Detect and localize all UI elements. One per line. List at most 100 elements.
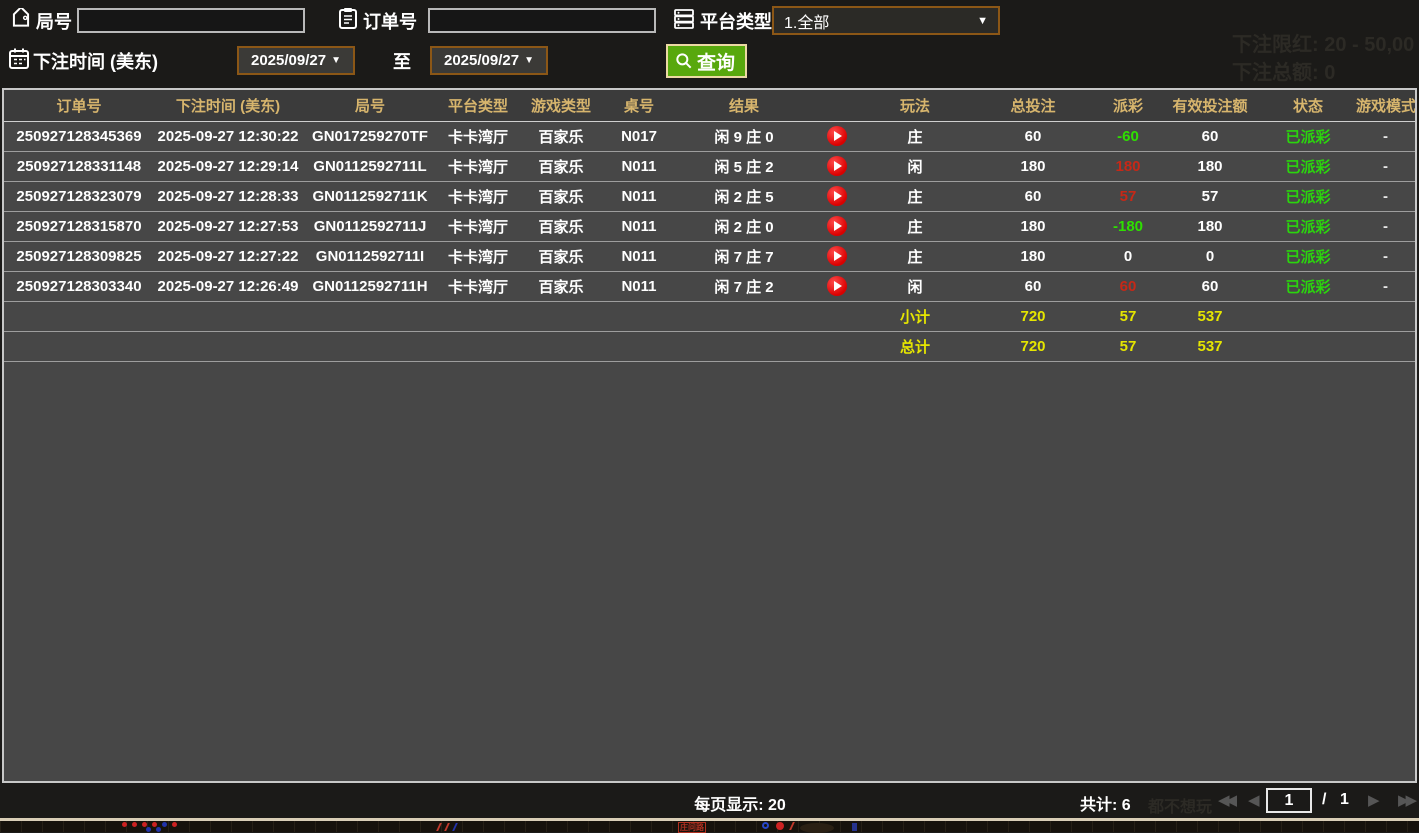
cell-play: 庄 [860, 181, 970, 211]
roadmap-dot [152, 822, 157, 827]
play-replay-icon[interactable] [827, 246, 847, 266]
cell-payout: -60 [1096, 121, 1160, 151]
previous-page-icon[interactable]: ◀ [1248, 791, 1256, 809]
cell-play: 庄 [860, 241, 970, 271]
cell-status: 已派彩 [1260, 151, 1356, 181]
cell-order: 250927128315870 [4, 211, 154, 241]
per-page-text: 每页显示: 20 [660, 791, 820, 815]
platform-type-select[interactable]: 1.全部 ▼ [772, 6, 1000, 35]
cell-mode: - [1356, 121, 1415, 151]
cell-valid: 60 [1160, 271, 1260, 301]
tag-icon [9, 8, 33, 32]
cell-total: 180 [970, 151, 1096, 181]
cell-valid: 57 [1160, 181, 1260, 211]
cell-result: 闲 7 庄 7 [674, 241, 814, 271]
cell-platform: 卡卡湾厅 [438, 271, 518, 301]
cell-play: 闲 [860, 271, 970, 301]
search-button[interactable]: 查询 [666, 44, 747, 78]
cell-order: 250927128345369 [4, 121, 154, 151]
grand-total-label: 总计 [860, 331, 970, 361]
cell-platform: 卡卡湾厅 [438, 121, 518, 151]
date-to-value: 2025/09/27 [444, 52, 519, 69]
first-page-icon[interactable]: ◀◀ [1218, 791, 1233, 809]
filter-bar: 局号 订单号 平台类型 1.全部 ▼ 下注时间 (美东) 2025/ [0, 0, 1419, 88]
cell-round: GN0112592711K [302, 181, 438, 211]
cell-payout: 180 [1096, 151, 1160, 181]
cell-result: 闲 5 庄 2 [674, 151, 814, 181]
cell-round: GN017259270TF [302, 121, 438, 151]
grand-total-row: 总计 720 57 537 [4, 331, 1415, 361]
cell-game: 百家乐 [518, 121, 604, 151]
cell-valid: 0 [1160, 241, 1260, 271]
order-number-input[interactable] [428, 8, 656, 33]
cell-table: N011 [604, 181, 674, 211]
cell-replay [814, 241, 860, 271]
cell-result: 闲 7 庄 2 [674, 271, 814, 301]
platform-type-label: 平台类型 [700, 8, 772, 34]
table-header-row: 订单号 下注时间 (美东) 局号 平台类型 游戏类型 桌号 结果 玩法 总投注 … [4, 90, 1415, 121]
col-round-number: 局号 [302, 90, 438, 121]
current-page-input[interactable]: 1 [1266, 788, 1312, 813]
play-replay-icon[interactable] [827, 156, 847, 176]
bet-records-table-container: 订单号 下注时间 (美东) 局号 平台类型 游戏类型 桌号 结果 玩法 总投注 … [2, 88, 1417, 783]
next-page-icon[interactable]: ▶ [1368, 791, 1376, 809]
cell-valid: 180 [1160, 151, 1260, 181]
col-game-type: 游戏类型 [518, 90, 604, 121]
cell-status: 已派彩 [1260, 271, 1356, 301]
cell-game: 百家乐 [518, 151, 604, 181]
cell-mode: - [1356, 271, 1415, 301]
cell-total: 60 [970, 181, 1096, 211]
cell-payout: 60 [1096, 271, 1160, 301]
cell-play: 庄 [860, 121, 970, 151]
play-replay-icon[interactable] [827, 276, 847, 296]
cell-game: 百家乐 [518, 271, 604, 301]
table-row: 2509271283311482025-09-27 12:29:14GN0112… [4, 151, 1415, 181]
col-bet-time: 下注时间 (美东) [154, 90, 302, 121]
col-table-number: 桌号 [604, 90, 674, 121]
cell-order: 250927128331148 [4, 151, 154, 181]
last-page-icon[interactable]: ▶▶ [1398, 791, 1413, 809]
bet-records-table: 订单号 下注时间 (美东) 局号 平台类型 游戏类型 桌号 结果 玩法 总投注 … [4, 90, 1415, 362]
cell-mode: - [1356, 151, 1415, 181]
cell-order: 250927128303340 [4, 271, 154, 301]
calendar-icon [7, 46, 31, 70]
col-payout: 派彩 [1096, 90, 1160, 121]
col-result: 结果 [674, 90, 814, 121]
table-row: 2509271283033402025-09-27 12:26:49GN0112… [4, 271, 1415, 301]
cell-replay [814, 211, 860, 241]
cell-time: 2025-09-27 12:28:33 [154, 181, 302, 211]
subtotal-valid-bet: 537 [1160, 301, 1260, 331]
col-order-number: 订单号 [4, 90, 154, 121]
cell-payout: -180 [1096, 211, 1160, 241]
play-replay-icon[interactable] [827, 186, 847, 206]
cell-game: 百家乐 [518, 211, 604, 241]
cell-mode: - [1356, 181, 1415, 211]
cell-payout: 0 [1096, 241, 1160, 271]
total-pages-text: 1 [1340, 791, 1349, 809]
subtotal-label: 小计 [860, 301, 970, 331]
order-number-label: 订单号 [363, 8, 417, 34]
date-to-picker[interactable]: 2025/09/27 ▼ [430, 46, 548, 75]
cell-table: N011 [604, 151, 674, 181]
bet-history-window: 局号 订单号 平台类型 1.全部 ▼ 下注时间 (美东) 2025/ [0, 0, 1419, 832]
date-from-picker[interactable]: 2025/09/27 ▼ [237, 46, 355, 75]
play-replay-icon[interactable] [827, 126, 847, 146]
play-replay-icon[interactable] [827, 216, 847, 236]
roadmap-dot [162, 822, 167, 827]
col-status: 状态 [1260, 90, 1356, 121]
cell-total: 60 [970, 121, 1096, 151]
cell-round: GN0112592711J [302, 211, 438, 241]
roadmap-circle-icon [762, 822, 769, 829]
cell-platform: 卡卡湾厅 [438, 151, 518, 181]
roadmap-tick [436, 823, 442, 831]
cell-table: N011 [604, 241, 674, 271]
round-number-input[interactable] [77, 8, 305, 33]
roadmap-dot [776, 822, 784, 830]
total-count-text: 共计: 6 [1080, 791, 1131, 815]
page-separator: / [1322, 791, 1326, 809]
cell-platform: 卡卡湾厅 [438, 211, 518, 241]
subtotal-total-bet: 720 [970, 301, 1096, 331]
cell-table: N011 [604, 211, 674, 241]
roadmap-dot [122, 822, 127, 827]
col-game-mode: 游戏模式 [1356, 90, 1415, 121]
